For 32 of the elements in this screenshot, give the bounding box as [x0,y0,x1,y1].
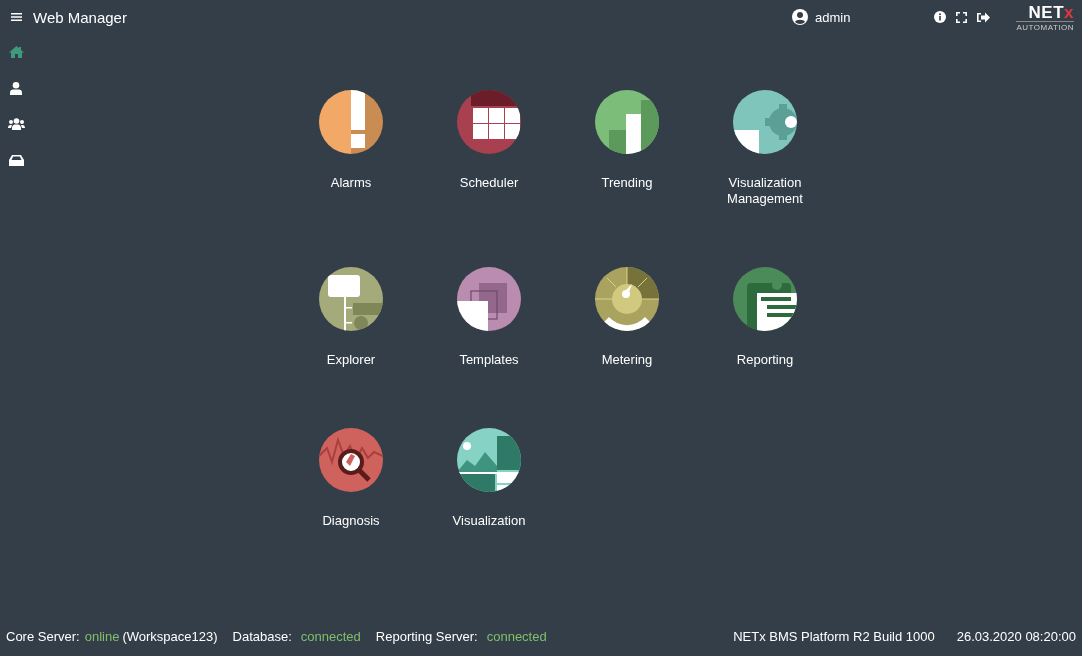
tile-label[interactable]: Metering [577,352,677,368]
user-name[interactable]: admin [815,9,851,25]
tile-label[interactable]: Scheduler [439,175,539,191]
tile-label[interactable]: Explorer [301,352,401,368]
logout-icon[interactable] [977,11,991,23]
tile-label[interactable]: Templates [439,352,539,368]
company-logo: NETx AUTOMATION [1016,2,1074,32]
status-value: connected [486,628,547,644]
menu-icon[interactable] [11,13,22,21]
tile-label[interactable]: Reporting [715,352,815,368]
tile-label[interactable]: Diagnosis [301,513,401,529]
users-icon[interactable] [7,118,25,130]
tile-label[interactable]: Trending [577,175,677,191]
tile-label[interactable]: Alarms [301,175,401,191]
status-label: Database: [232,628,292,644]
fullscreen-icon[interactable] [956,11,968,23]
build-info: NETx BMS Platform R2 Build 1000 [733,628,935,644]
status-label: Core Server: [6,628,80,644]
inbox-icon[interactable] [8,154,24,166]
alarm-tile-icon[interactable] [319,90,383,154]
app-title: Web Manager [33,8,127,26]
tile-label[interactable]: Visualization Management [715,175,815,207]
info-icon[interactable] [934,11,947,23]
home-icon[interactable] [8,46,24,58]
workspace-name: (Workspace123) [122,628,218,644]
status-label: Reporting Server: [375,628,478,644]
status-value: connected [300,628,361,644]
user-avatar-icon[interactable] [792,9,808,25]
user-icon[interactable] [10,81,22,95]
date-time: 26.03.2020 08:20:00 [956,628,1076,644]
tile-label[interactable]: Visualization [439,513,539,529]
status-value: online [84,628,120,644]
